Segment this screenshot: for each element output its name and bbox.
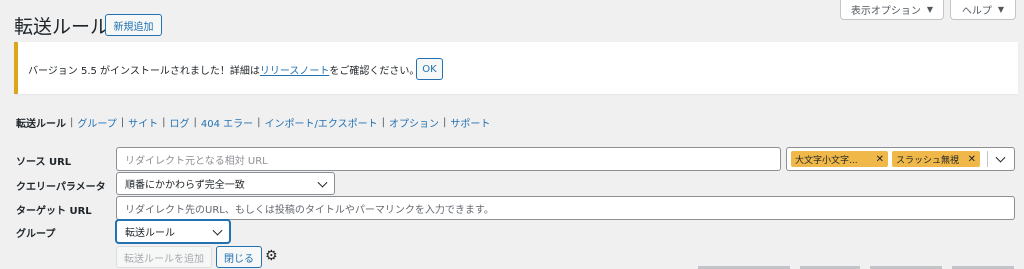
subnav-item-log[interactable]: ログ [170,115,190,130]
release-notes-link[interactable]: リリースノート [260,66,330,77]
subnav-item-redirects[interactable]: 転送ルール [16,115,66,130]
subsubsub-nav: 転送ルール | グループ | サイト | ログ | 404 エラー | インポー… [16,115,490,130]
target-url-placeholder: リダイレクト先のURL、もしくは投稿のタイトルやパーマリンクを入力できます。 [125,204,494,216]
caret-down-icon: ▼ [997,5,1005,14]
subnav-item-404[interactable]: 404 エラー [201,115,253,130]
flag-tag-label: 大文字小文字... [795,155,858,166]
source-url-input[interactable]: リダイレクト元となる相対 URL [116,147,781,171]
notice-text-before: バージョン 5.5 がインストールされました！詳細は [28,66,260,77]
screen-options-tab[interactable]: 表示オプション ▼ [840,0,944,20]
flag-tag-ignore-slash: スラッシュ無視 ✕ [892,151,980,167]
subnav-separator: | [443,117,447,128]
subnav-separator: | [193,117,197,128]
chevron-down-icon[interactable] [995,152,1006,163]
caret-down-icon: ▼ [926,5,934,14]
close-button[interactable]: 閉じる [216,246,262,268]
query-params-select[interactable]: 順番にかかわらず完全一致 [116,172,335,195]
subnav-item-options[interactable]: オプション [389,115,439,130]
chevron-down-icon [317,177,328,188]
add-redirect-button[interactable]: 転送ルールを追加 [116,246,212,268]
flag-tag-case-insensitive: 大文字小文字... ✕ [791,151,888,167]
group-select[interactable]: 転送ルール [116,220,230,243]
subnav-item-groups[interactable]: グループ [77,115,116,130]
add-new-button[interactable]: 新規追加 [105,14,162,36]
query-params-label: クエリーパラメータ [16,182,106,193]
source-url-placeholder: リダイレクト元となる相対 URL [125,155,268,167]
subnav-item-import-export[interactable]: インポート/エクスポート [265,115,378,130]
target-url-label: ターゲット URL [16,206,92,217]
subnav-item-sites[interactable]: サイト [128,115,158,130]
notice-text: バージョン 5.5 がインストールされました！詳細はリリースノートをご確認くださ… [28,62,419,77]
subnav-separator: | [162,117,166,128]
remove-tag-icon[interactable]: ✕ [876,154,884,165]
group-value: 転送ルール [125,228,175,239]
flag-tag-label: スラッシュ無視 [896,155,960,166]
group-label: グループ [16,229,56,240]
gear-icon[interactable]: ⚙ [265,248,279,264]
subnav-separator: | [257,117,261,128]
chevron-down-icon [212,225,223,236]
page-title: 転送ルール [14,16,110,38]
notice-ok-button[interactable]: OK [416,58,443,80]
target-url-input[interactable]: リダイレクト先のURL、もしくは投稿のタイトルやパーマリンクを入力できます。 [116,196,1015,220]
update-notice: バージョン 5.5 がインストールされました！詳細はリリースノートをご確認くださ… [14,42,1018,94]
help-label: ヘルプ [961,6,992,17]
notice-text-after: をご確認ください。 [329,66,420,77]
subnav-separator: | [381,117,385,128]
subnav-separator: | [70,117,74,128]
select-divider [987,151,988,167]
source-url-label: ソース URL [16,157,72,168]
screen-options-label: 表示オプション [850,6,921,17]
subnav-separator: | [120,117,125,128]
help-tab[interactable]: ヘルプ ▼ [950,0,1016,20]
query-params-value: 順番にかかわらず完全一致 [125,180,245,191]
subnav-item-support[interactable]: サポート [450,115,490,130]
remove-tag-icon[interactable]: ✕ [968,154,976,165]
